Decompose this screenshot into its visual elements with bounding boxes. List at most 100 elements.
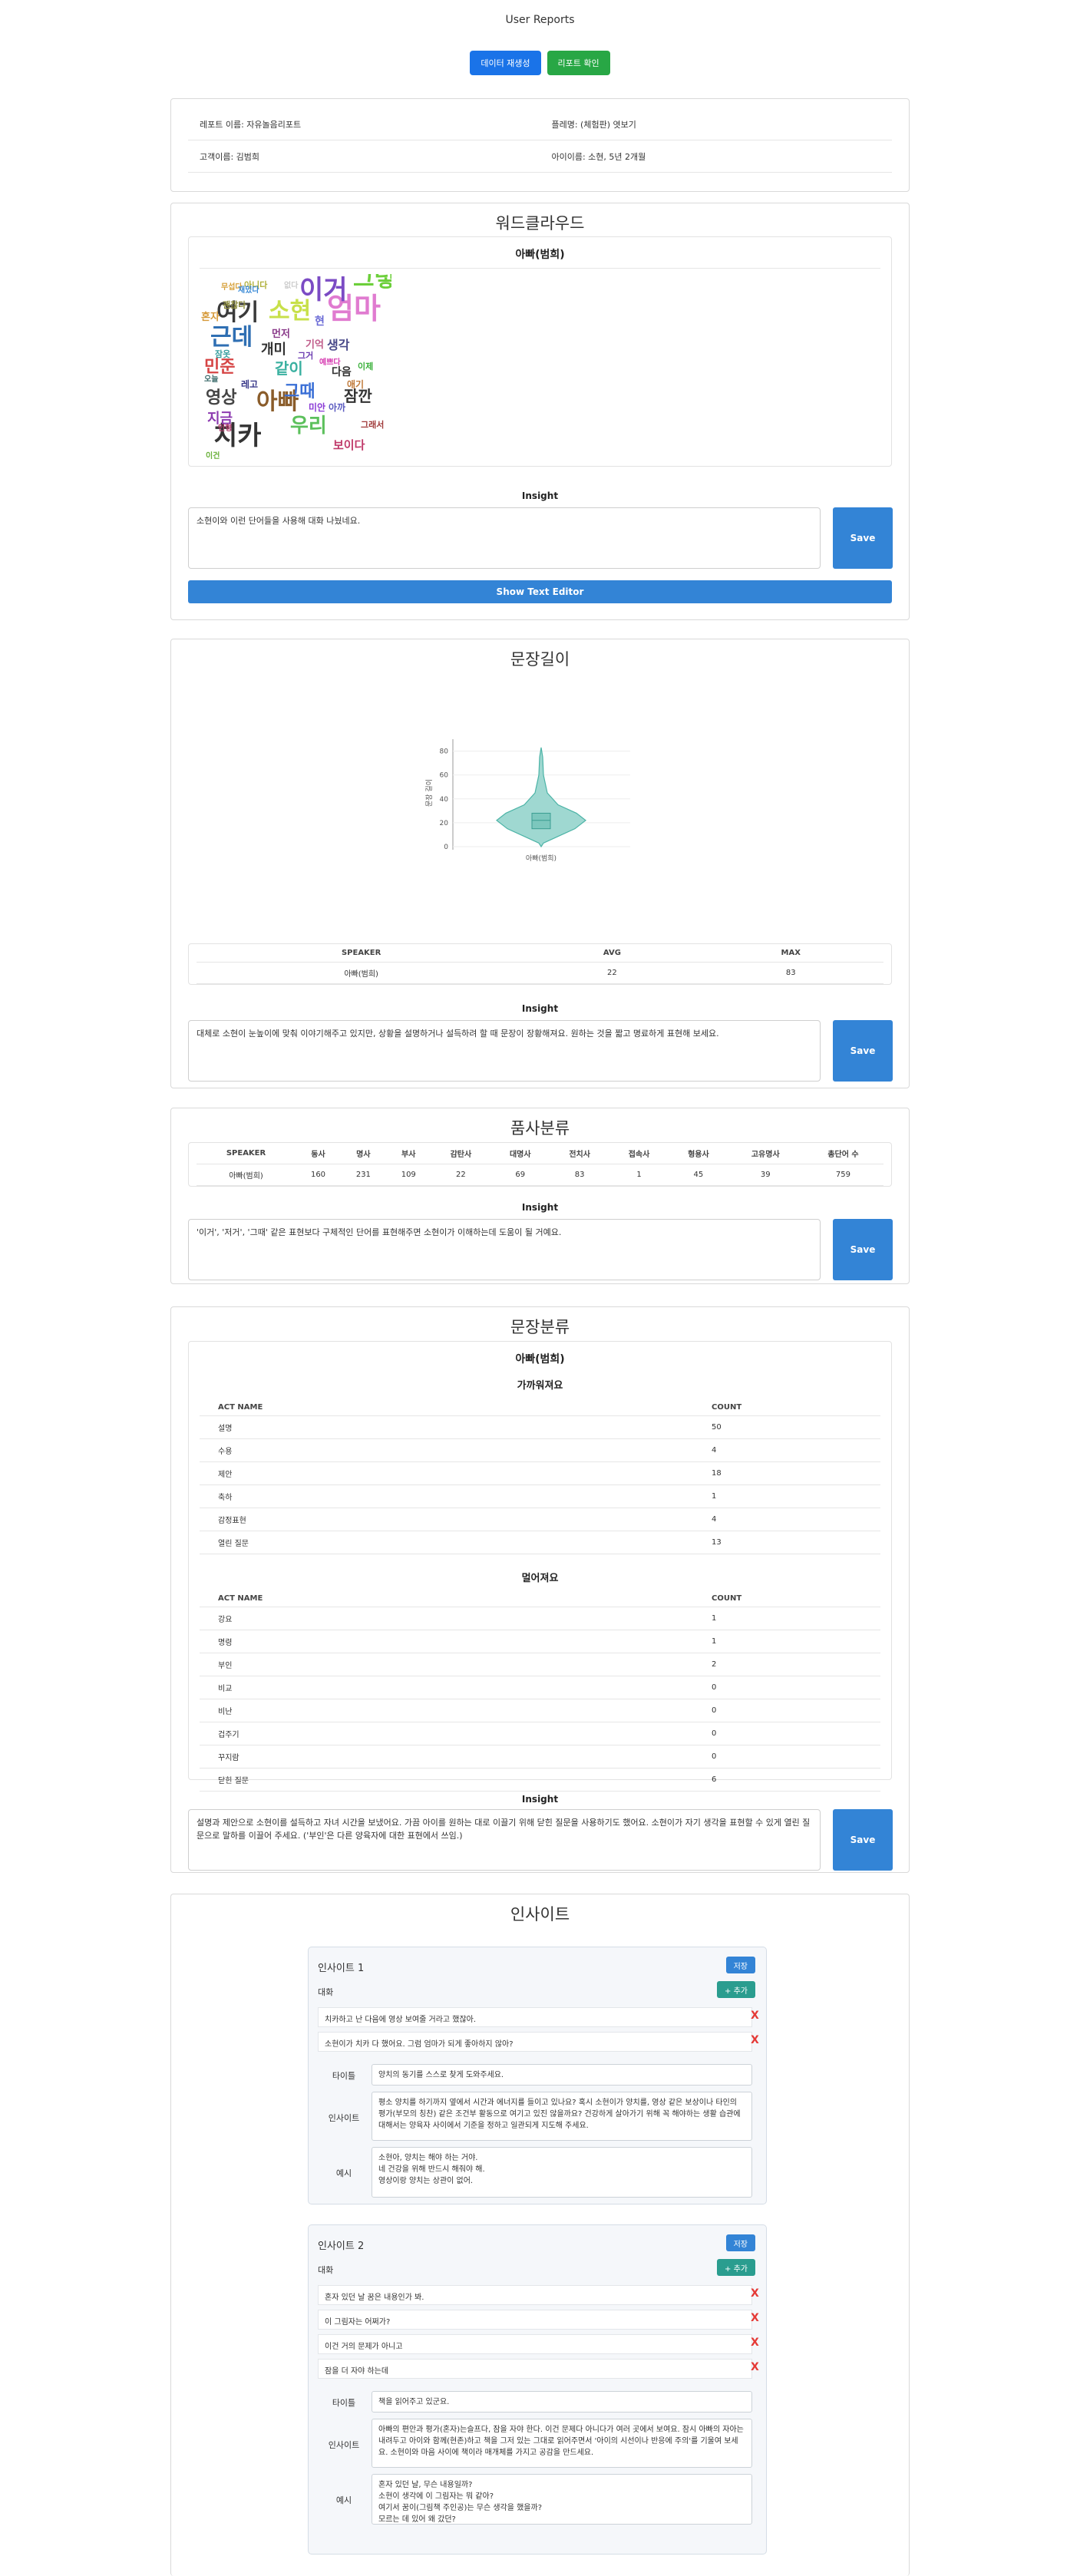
pos-save-button[interactable]: Save [833,1219,893,1280]
insight-label: Insight [521,1794,559,1805]
table-cell: 수용 [200,1438,712,1462]
act-row: 축하 1 [200,1485,880,1508]
conversation-item[interactable]: 이건 거의 문제가 아니고 [318,2334,752,2354]
wordcloud-word: 그때 [284,382,315,401]
report-name: 레포트 이름: 자유놀음리포트 [200,119,302,130]
wordcloud-word: 괜찮다 [223,299,246,310]
wordcloud-save-button[interactable]: Save [833,507,893,569]
pos-title: 품사분류 [510,1119,570,1138]
check-report-button[interactable]: 리포트 확인 [547,51,610,75]
table-cell: 1 [712,1607,880,1630]
wordcloud-speaker: 아빠(범희) [515,249,565,261]
table-cell: 설명 [200,1415,712,1439]
title-input[interactable]: 양치의 동기를 스스로 찾게 도와주세요. [372,2064,752,2086]
sentence-length-title: 문장길이 [510,650,570,669]
insight-label: Insight [521,1003,559,1014]
column-header: COUNT [712,1399,880,1416]
divider [200,268,880,269]
wordcloud-word: 생각 [327,338,350,352]
example-textarea[interactable]: 소현아, 양치는 해야 하는 거야. 네 건강을 위해 반드시 해줘야 해. 영… [372,2147,752,2198]
table-cell: 0 [712,1699,880,1722]
length-insight-input[interactable]: 대체로 소현이 눈높이에 맞춰 이야기해주고 있지만, 상황을 설명하거나 설득… [188,1020,821,1082]
y-tick-label: 20 [440,820,449,827]
table-cell: 0 [712,1676,880,1699]
conversation-item[interactable]: 치카하고 난 다음에 영상 보여줄 거라고 했잖아. [318,2007,752,2027]
wordcloud-image: 엄마이거그렇다여기소현근데치카아빠우리영상민준그때같이잠깐개미지금생각보이다다음… [201,274,391,461]
table-cell: 강요 [200,1607,712,1630]
column-header: 명사 [340,1143,386,1164]
column-header: AVG [526,944,699,963]
length-save-button[interactable]: Save [833,1020,893,1082]
wordcloud-insight-input[interactable]: 소현이와 이런 단어들을 사용해 대화 나눴네요. [188,507,821,569]
delete-conversation-icon[interactable]: X [751,2010,759,2022]
table-cell: 부인 [200,1653,712,1676]
table-cell: 아빠(범희) [197,1164,296,1186]
info-row: 레포트 이름: 자유놀음리포트 플레명: (체험판) 엿보기 [188,108,892,140]
insights-card: 인사이트 인사이트 1 저장 대화 + 추가 치카하고 난 다음에 영상 보여줄 거라고… [170,1894,910,2576]
delete-conversation-icon[interactable]: X [751,2034,759,2046]
table-row: 아빠(범희) 160 231 109 22 69 83 1 45 39 759 [197,1164,883,1186]
delete-conversation-icon[interactable]: X [751,2361,759,2373]
table-cell: 4 [712,1508,880,1531]
conversation-item[interactable]: 잠을 더 자야 하는데 [318,2359,752,2379]
column-header: 고유명사 [728,1143,803,1164]
table-row: 아빠(범희) 22 83 [197,962,883,984]
table-cell: 39 [728,1164,803,1186]
table-cell: 83 [550,1164,609,1186]
table-cell: 83 [698,962,883,984]
conversation-item[interactable]: 소현이가 치카 다 했어요. 그럼 엄마가 되게 좋아하지 않아? [318,2032,752,2052]
wordcloud-card: 워드클라우드 아빠(범희) 엄마이거그렇다여기소현근데치카아빠우리영상민준그때같… [170,203,910,620]
table-cell: 겁주기 [200,1722,712,1745]
table-cell: 50 [712,1415,880,1439]
column-header: 부사 [385,1143,431,1164]
column-header: SPEAKER [197,944,527,963]
column-header: ACT NAME [200,1399,712,1416]
add-conversation-button[interactable]: + 추가 [717,1981,755,1998]
conversation-item[interactable]: 이 그림자는 어쩌가? [318,2310,752,2330]
column-header: MAX [698,944,883,963]
farther-table-body: 강요 1 명령 1 부인 2 비교 0 비난 0 겁주기 0 꾸지람 0 닫힌 질문 6 [200,1607,880,1792]
column-header: 형용사 [669,1143,728,1164]
example-textarea[interactable]: 혼자 있던 날, 무슨 내용일까? 소현이 생각에 이 그림자는 뭐 같아? 여… [372,2474,752,2525]
wordcloud-title: 워드클라우드 [495,214,585,233]
column-header: 감탄사 [431,1143,491,1164]
insight-textarea[interactable]: 평소 양치를 하기까지 옆에서 시간과 에너지를 들이고 있나요? 혹시 소현이… [372,2092,752,2141]
pos-insight-input[interactable]: '이거', '저거', '그때' 같은 표현보다 구체적인 단어를 표현해주면 … [188,1219,821,1280]
table-cell: 비난 [200,1699,712,1722]
wordcloud-word: 영상 [206,388,236,408]
delete-conversation-icon[interactable]: X [751,2287,759,2300]
wordcloud-word: 개미 [261,342,286,358]
delete-conversation-icon[interactable]: X [751,2312,759,2324]
show-text-editor-button[interactable]: Show Text Editor [188,580,892,603]
act-row: 설명 50 [200,1415,880,1439]
act-save-button[interactable]: Save [833,1809,893,1871]
regenerate-data-button[interactable]: 데이터 재생성 [470,51,541,75]
closer-table: ACT NAME COUNT 설명 50 수용 4 제안 18 축하 1 감정표현 4 열린 질문 13 [200,1399,880,1554]
act-row: 수용 4 [200,1438,880,1462]
length-table-box: SPEAKER AVG MAX 아빠(범희) 22 83 [188,943,892,985]
conversation-item[interactable]: 혼자 있던 날 꿈은 내용인가 봐. [318,2285,752,2305]
wordcloud-word: 애기 [347,378,364,390]
wordcloud-word: 보이다 [333,438,365,452]
x-tick-label: 아빠(범희) [526,854,557,863]
insight-save-button[interactable]: 저장 [725,1957,755,1973]
pos-table-body: 아빠(범희) 160 231 109 22 69 83 1 45 39 759 [197,1164,883,1186]
y-tick-label: 40 [440,796,449,804]
top-actions: 데이터 재생성 리포트 확인 [0,51,1080,98]
table-cell: 6 [712,1768,880,1792]
table-cell: 닫힌 질문 [200,1768,712,1792]
sentence-length-card: 문장길이 0 20 40 60 80 문장 길이 아빠(범희) SPEAKER AVG MAX … [170,639,910,1088]
delete-conversation-icon[interactable]: X [751,2337,759,2349]
act-card: 문장분류 아빠(범희) 가까워져요 ACT NAME COUNT 설명 50 수용 4 제… [170,1306,910,1873]
insight-field-label: 인사이트 [328,2113,360,2123]
act-speaker: 아빠(범희) [515,1353,565,1366]
column-header: 대명사 [490,1143,550,1164]
insight-textarea[interactable]: 아빠의 편안과 평가(혼자)는슬프다, 잠을 자야 한다. 이건 문제다 아니다… [372,2419,752,2468]
act-row: 강요 1 [200,1607,880,1630]
add-conversation-button[interactable]: + 추가 [717,2259,755,2276]
wordcloud-word: 우리 [290,414,327,438]
act-insight-input[interactable]: 설명과 제안으로 소현이를 설득하고 자녀 시간을 보냈어요. 가끔 아이를 원… [188,1809,821,1871]
table-cell: 아빠(범희) [197,962,527,984]
insight-save-button[interactable]: 저장 [725,2234,755,2251]
title-input[interactable]: 책을 읽어주고 있군요. [372,2391,752,2413]
